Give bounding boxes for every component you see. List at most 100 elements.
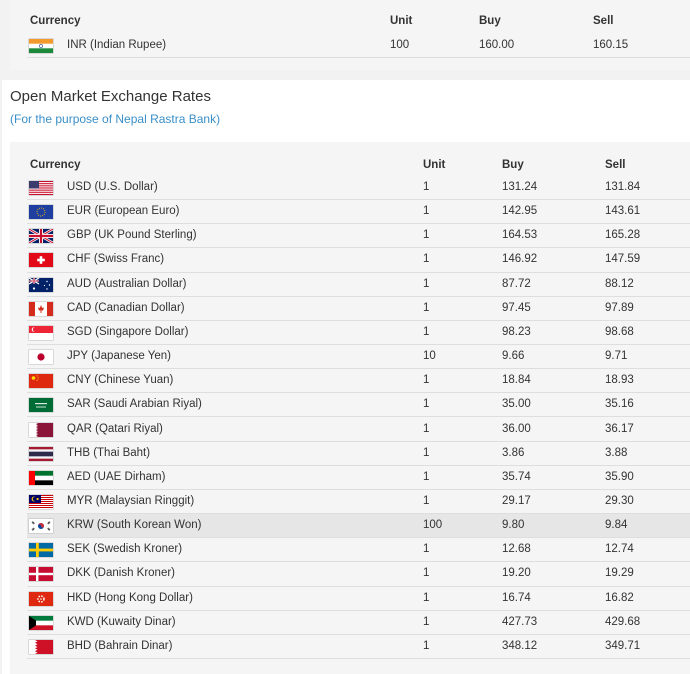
- table-row: SAR (Saudi Arabian Riyal) 1 35.00 35.16: [27, 393, 690, 418]
- table-row: CAD (Canadian Dollar) 1 97.45 97.89: [27, 297, 690, 321]
- kuwait-flag-icon: [29, 615, 53, 630]
- sell-rate: 97.89: [605, 301, 634, 314]
- top-header-currency: Currency: [30, 15, 81, 27]
- top-header-unit: Unit: [390, 15, 413, 27]
- table-row: EUR (European Euro) 1 142.95 143.61: [27, 200, 690, 225]
- unit-value: 1: [423, 205, 430, 218]
- thailand-flag-icon: [29, 446, 53, 461]
- page-title: Open Market Exchange Rates: [10, 88, 211, 105]
- sell-rate: 98.68: [605, 325, 634, 338]
- table-row: INR (Indian Rupee) 100 160.00 160.15: [27, 34, 690, 58]
- sell-rate: 16.82: [605, 591, 634, 604]
- table-row: HKD (Hong Kong Dollar) 1 16.74 16.82: [27, 587, 690, 611]
- currency-name: SAR (Saudi Arabian Riyal): [67, 398, 202, 411]
- unit-value: 100: [423, 519, 443, 532]
- currency-name: AED (UAE Dirham): [67, 470, 166, 483]
- table-row: MYR (Malaysian Ringgit) 1 29.17 29.30: [27, 490, 690, 515]
- buy-rate: 16.74: [502, 591, 531, 604]
- header-sell: Sell: [605, 159, 626, 171]
- malaysia-flag-icon: [29, 494, 53, 509]
- sell-rate: 429.68: [605, 615, 641, 628]
- buy-rate: 18.84: [502, 374, 531, 387]
- canada-flag-icon: [29, 301, 53, 316]
- sell-rate: 349.71: [605, 639, 641, 652]
- buy-rate: 35.74: [502, 470, 531, 483]
- unit-value: 1: [423, 253, 430, 266]
- korea-flag-icon: [29, 519, 53, 534]
- sell-rate: 88.12: [605, 277, 634, 290]
- buy-rate: 164.53: [502, 229, 538, 242]
- table-row: SGD (Singapore Dollar) 1 98.23 98.68: [27, 321, 690, 346]
- unit-value: 1: [423, 567, 430, 580]
- table-row: SEK (Swedish Kroner) 1 12.68 12.74: [27, 538, 690, 563]
- unit-value: 100: [390, 39, 410, 51]
- sell-rate: 9.84: [605, 519, 628, 532]
- buy-rate: 146.92: [502, 253, 538, 266]
- sell-rate: 19.29: [605, 567, 634, 580]
- hongkong-flag-icon: [29, 591, 53, 606]
- table-row: THB (Thai Baht) 1 3.86 3.88: [27, 442, 690, 466]
- unit-value: 1: [423, 639, 430, 652]
- top-header-sell: Sell: [593, 15, 614, 27]
- unit-value: 1: [423, 325, 430, 338]
- sell-rate: 18.93: [605, 374, 634, 387]
- currency-name: CHF (Swiss Franc): [67, 253, 165, 266]
- buy-rate: 97.45: [502, 301, 531, 314]
- sell-rate: 9.71: [605, 350, 628, 363]
- buy-rate: 9.80: [502, 519, 525, 532]
- buy-rate: 142.95: [502, 205, 538, 218]
- currency-name: DKK (Danish Kroner): [67, 567, 176, 580]
- usa-flag-icon: [29, 181, 53, 195]
- buy-rate: 9.66: [502, 350, 525, 363]
- table-row: QAR (Qatari Riyal) 1 36.00 36.17: [27, 418, 690, 442]
- china-flag-icon: [29, 374, 53, 389]
- page-subtitle: (For the purpose of Nepal Rastra Bank): [10, 112, 221, 126]
- currency-name: QAR (Qatari Riyal): [67, 422, 163, 435]
- table-row: USD (U.S. Dollar) 1 131.24 131.84: [27, 176, 690, 201]
- unit-value: 1: [423, 470, 430, 483]
- uae-flag-icon: [29, 470, 53, 485]
- buy-rate: 98.23: [502, 325, 531, 338]
- table-row: CHF (Swiss Franc) 1 146.92 147.59: [27, 248, 690, 273]
- sell-rate: 131.84: [605, 181, 641, 193]
- currency-name: BHD (Bahrain Dinar): [67, 639, 173, 652]
- buy-rate: 12.68: [502, 543, 531, 556]
- table-row: CNY (Chinese Yuan) 1 18.84 18.93: [27, 369, 690, 394]
- buy-rate: 35.00: [502, 398, 531, 411]
- currency-name: JPY (Japanese Yen): [67, 350, 172, 363]
- currency-name: HKD (Hong Kong Dollar): [67, 591, 193, 604]
- unit-value: 1: [423, 181, 430, 193]
- saudi-flag-icon: [29, 398, 53, 413]
- swiss-flag-icon: [29, 253, 53, 268]
- unit-value: 1: [423, 422, 430, 435]
- table-row: KRW (South Korean Won) 100 9.80 9.84: [27, 514, 690, 539]
- currency-name: AUD (Australian Dollar): [67, 277, 187, 290]
- currency-name: KWD (Kuwaity Dinar): [67, 615, 176, 628]
- unit-value: 1: [423, 398, 430, 411]
- unit-value: 1: [423, 374, 430, 387]
- sell-rate: 3.88: [605, 446, 628, 459]
- currency-name: EUR (European Euro): [67, 205, 180, 218]
- unit-value: 1: [423, 615, 430, 628]
- sell-rate: 35.90: [605, 470, 634, 483]
- australia-flag-icon: [29, 277, 53, 292]
- currency-name: THB (Thai Baht): [67, 446, 151, 459]
- currency-name: KRW (South Korean Won): [67, 519, 202, 532]
- bahrain-flag-icon: [29, 639, 53, 654]
- eu-flag-icon: [29, 205, 53, 220]
- buy-rate: 160.00: [479, 39, 515, 51]
- uk-flag-icon: [29, 229, 53, 244]
- table-row: AED (UAE Dirham) 1 35.74 35.90: [27, 466, 690, 490]
- sell-rate: 160.15: [593, 39, 629, 51]
- currency-name: CAD (Canadian Dollar): [67, 301, 185, 314]
- unit-value: 1: [423, 301, 430, 314]
- table-row: DKK (Danish Kroner) 1 19.20 19.29: [27, 562, 690, 587]
- table-row: KWD (Kuwaity Dinar) 1 427.73 429.68: [27, 611, 690, 635]
- header-buy: Buy: [502, 159, 524, 171]
- currency-name: USD (U.S. Dollar): [67, 181, 158, 193]
- table-row: AUD (Australian Dollar) 1 87.72 88.12: [27, 273, 690, 297]
- table-row: GBP (UK Pound Sterling) 1 164.53 165.28: [27, 224, 690, 249]
- unit-value: 1: [423, 591, 430, 604]
- table-row: BHD (Bahrain Dinar) 1 348.12 349.71: [27, 635, 690, 659]
- sell-rate: 143.61: [605, 205, 641, 218]
